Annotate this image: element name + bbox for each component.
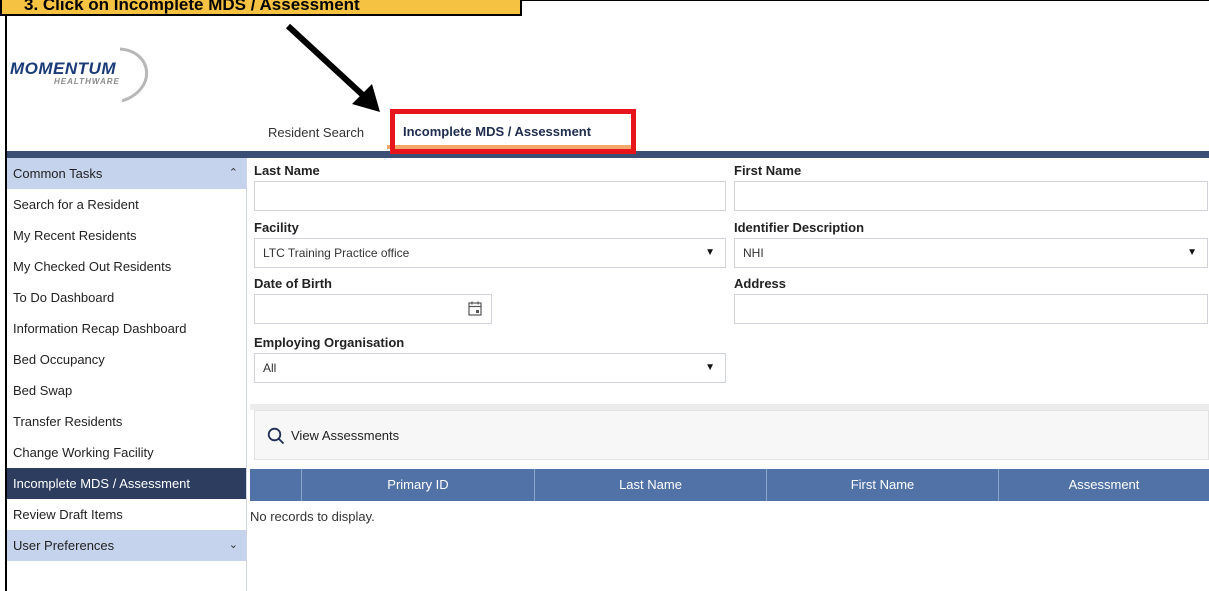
sidebar-header-common-tasks[interactable]: Common Tasks ⌃ xyxy=(7,158,246,189)
sidebar-item-change-facility[interactable]: Change Working Facility xyxy=(7,437,246,468)
dropdown-arrow-icon: ▼ xyxy=(1187,247,1197,258)
first-name-label: First Name xyxy=(734,163,802,178)
employer-select[interactable]: All ▼ xyxy=(254,353,726,383)
tab-highlight-box xyxy=(390,109,636,154)
facility-label: Facility xyxy=(254,220,299,235)
sidebar: Common Tasks ⌃ Search for a Resident My … xyxy=(7,158,247,591)
instruction-callout: 3. Click on Incomplete MDS / Assessment xyxy=(0,0,522,16)
chevron-up-icon: ⌃ xyxy=(228,167,238,179)
sidebar-header-label: Common Tasks xyxy=(13,166,103,181)
facility-select[interactable]: LTC Training Practice office ▼ xyxy=(254,238,726,268)
logo-swoosh-icon xyxy=(119,47,149,103)
sidebar-item-incomplete-mds[interactable]: Incomplete MDS / Assessment xyxy=(7,468,246,499)
tab-resident-search[interactable]: Resident Search xyxy=(268,116,364,150)
sidebar-header-user-preferences[interactable]: User Preferences ⌄ xyxy=(7,530,246,561)
sidebar-item-info-recap-dashboard[interactable]: Information Recap Dashboard xyxy=(7,313,246,344)
sidebar-item-transfer-residents[interactable]: Transfer Residents xyxy=(7,406,246,437)
address-label: Address xyxy=(734,276,787,291)
employer-label: Employing Organisation xyxy=(254,335,405,350)
first-name-input[interactable] xyxy=(734,181,1208,211)
sidebar-item-checked-out-residents[interactable]: My Checked Out Residents xyxy=(7,251,246,282)
grid-header-first-name[interactable]: First Name xyxy=(767,469,999,501)
grid-header-last-name[interactable]: Last Name xyxy=(535,469,767,501)
employer-value: All xyxy=(263,361,277,375)
facility-value: LTC Training Practice office xyxy=(263,246,410,260)
chevron-down-icon: ⌄ xyxy=(228,539,238,551)
pointer-arrow-icon xyxy=(285,23,380,112)
sidebar-header-label: User Preferences xyxy=(13,538,115,553)
last-name-input[interactable] xyxy=(254,181,726,211)
identifier-select[interactable]: NHI ▼ xyxy=(734,238,1208,268)
last-name-label: Last Name xyxy=(254,163,320,178)
sidebar-item-recent-residents[interactable]: My Recent Residents xyxy=(7,220,246,251)
search-icon xyxy=(267,427,285,445)
callout-text: 3. Click on Incomplete MDS / Assessment xyxy=(24,0,360,14)
dob-label: Date of Birth xyxy=(254,276,332,291)
sidebar-item-search-resident[interactable]: Search for a Resident xyxy=(7,189,246,220)
results-grid-header: Primary ID Last Name First Name Assessme… xyxy=(250,469,1209,501)
sidebar-item-bed-swap[interactable]: Bed Swap xyxy=(7,375,246,406)
calendar-icon[interactable] xyxy=(468,301,482,316)
sidebar-item-todo-dashboard[interactable]: To Do Dashboard xyxy=(7,282,246,313)
grid-header-assessment[interactable]: Assessment xyxy=(999,469,1209,501)
dropdown-arrow-icon: ▼ xyxy=(705,247,715,258)
empty-grid-message: No records to display. xyxy=(250,509,375,524)
sidebar-item-bed-occupancy[interactable]: Bed Occupancy xyxy=(7,344,246,375)
view-assessments-label: View Assessments xyxy=(291,428,400,443)
address-input[interactable] xyxy=(734,294,1208,324)
dob-input[interactable] xyxy=(254,294,492,324)
sidebar-item-review-draft[interactable]: Review Draft Items xyxy=(7,499,246,530)
identifier-label: Identifier Description xyxy=(734,220,865,235)
momentum-logo: MOMENTUM HEALTHWARE xyxy=(10,45,160,105)
action-bar: View Assessments xyxy=(254,410,1209,460)
grid-header-select[interactable] xyxy=(250,469,302,501)
grid-header-primary-id[interactable]: Primary ID xyxy=(302,469,535,501)
view-assessments-button[interactable]: View Assessments xyxy=(267,425,399,447)
dropdown-arrow-icon: ▼ xyxy=(705,362,715,373)
identifier-value: NHI xyxy=(743,246,764,260)
